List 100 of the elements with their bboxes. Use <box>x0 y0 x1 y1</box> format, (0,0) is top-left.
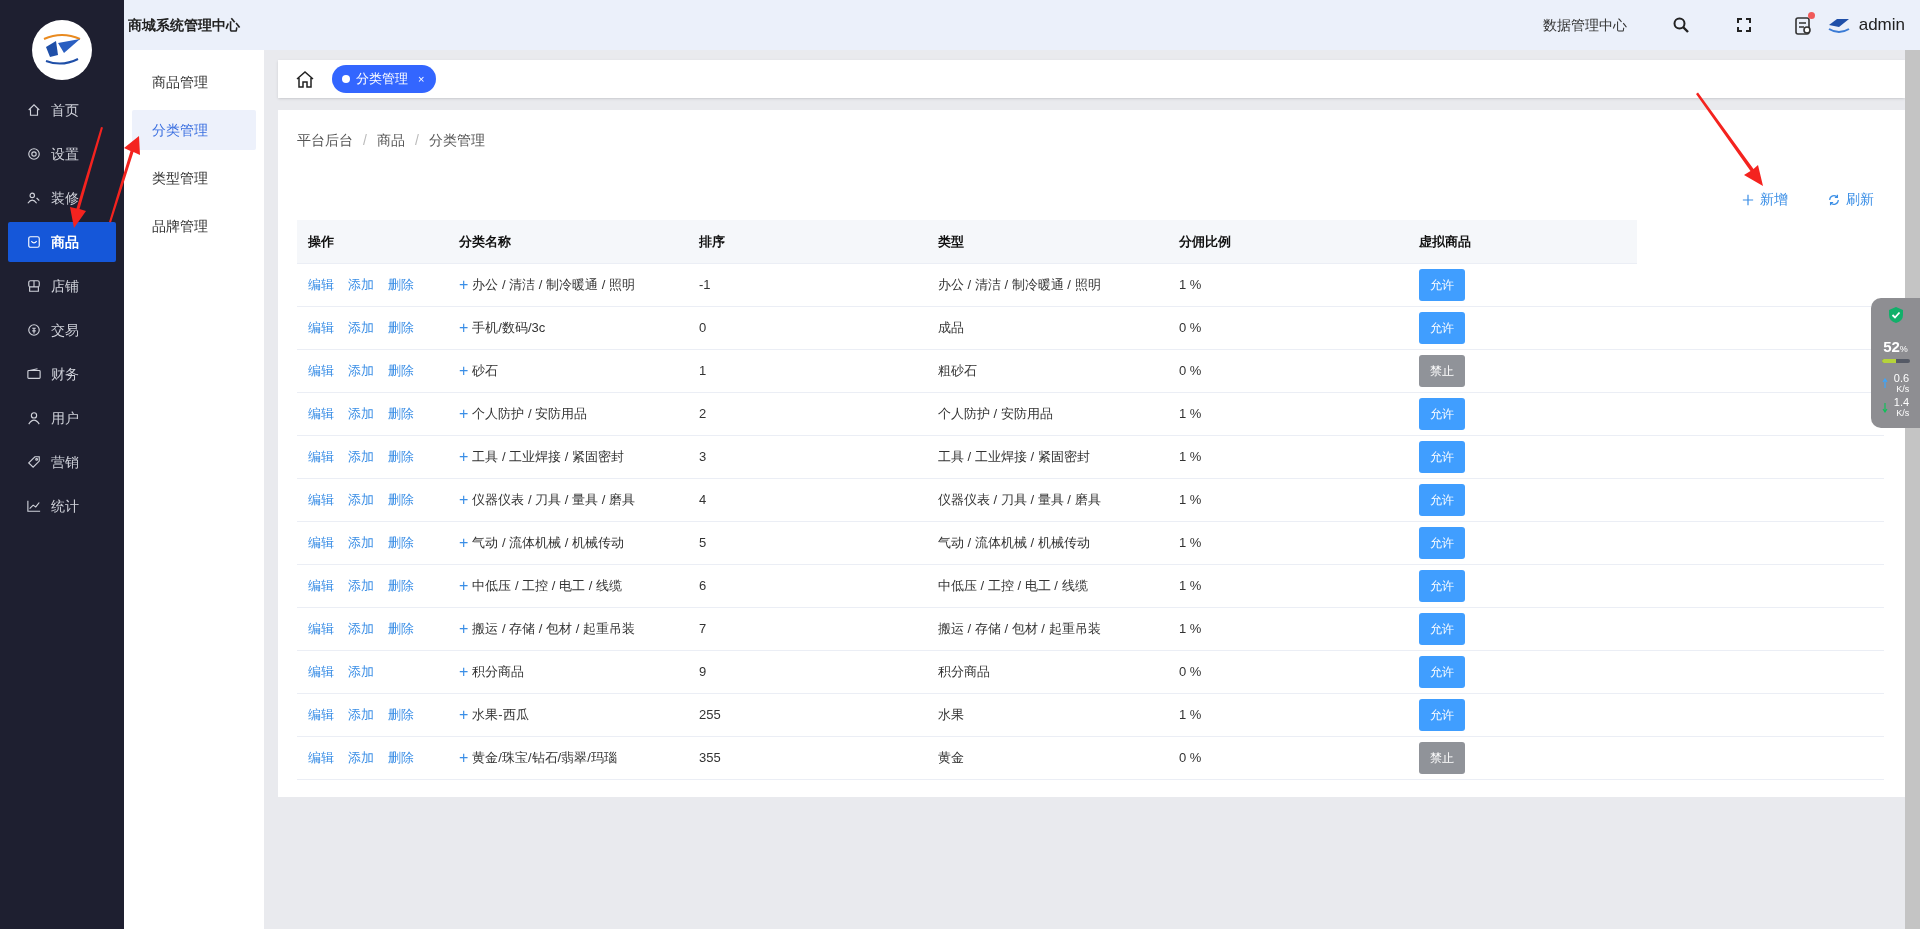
submenu-item[interactable]: 品牌管理 <box>132 206 256 246</box>
action-link[interactable]: 删除 <box>388 404 414 424</box>
virtual-toggle-button[interactable]: 允许 <box>1419 527 1465 559</box>
add-button[interactable]: 新增 <box>1742 189 1788 210</box>
action-link[interactable]: 添加 <box>348 404 374 424</box>
table-cell-text: 工具 / 工业焊接 / 紧固密封 <box>472 448 624 467</box>
submenu-item[interactable]: 分类管理 <box>132 110 256 150</box>
action-link[interactable]: 添加 <box>348 705 374 725</box>
refresh-button[interactable]: 刷新 <box>1828 189 1874 210</box>
action-link[interactable]: 编辑 <box>308 533 334 553</box>
action-link[interactable]: 编辑 <box>308 705 334 725</box>
table-cell: 0 % <box>1179 664 1202 680</box>
nav-item[interactable]: 财务 <box>8 354 116 394</box>
virtual-toggle-button[interactable]: 允许 <box>1419 312 1465 344</box>
action-link[interactable]: 编辑 <box>308 662 334 682</box>
action-link[interactable]: 添加 <box>348 318 374 338</box>
virtual-toggle-button[interactable]: 允许 <box>1419 398 1465 430</box>
action-link[interactable]: 编辑 <box>308 490 334 510</box>
action-link[interactable]: 删除 <box>388 318 414 338</box>
action-link[interactable]: 编辑 <box>308 404 334 424</box>
close-icon[interactable]: × <box>418 70 425 88</box>
username[interactable]: admin <box>1858 12 1905 38</box>
action-link[interactable]: 编辑 <box>308 275 334 295</box>
expand-icon[interactable]: + <box>459 535 469 551</box>
action-link[interactable]: 添加 <box>348 619 374 639</box>
expand-icon[interactable]: + <box>459 449 469 465</box>
submenu-item[interactable]: 商品管理 <box>132 62 256 102</box>
action-link[interactable]: 编辑 <box>308 748 334 768</box>
virtual-toggle-button[interactable]: 允许 <box>1419 699 1465 731</box>
action-link[interactable]: 添加 <box>348 490 374 510</box>
breadcrumb-item[interactable]: 平台后台 <box>297 130 353 151</box>
virtual-toggle-button[interactable]: 允许 <box>1419 656 1465 688</box>
expand-icon[interactable]: + <box>459 578 469 594</box>
action-link[interactable]: 添加 <box>348 748 374 768</box>
expand-icon[interactable]: + <box>459 707 469 723</box>
submenu-item[interactable]: 类型管理 <box>132 158 256 198</box>
expand-icon[interactable]: + <box>459 492 469 508</box>
action-link[interactable]: 添加 <box>348 662 374 682</box>
expand-icon[interactable]: + <box>459 664 469 680</box>
action-link[interactable]: 添加 <box>348 275 374 295</box>
table-cell-text: 黄金/珠宝/钻石/翡翠/玛瑙 <box>472 749 617 768</box>
clipboard-icon[interactable] <box>1794 15 1813 35</box>
column-header: 分类名称 <box>458 232 512 251</box>
action-link[interactable]: 添加 <box>348 576 374 596</box>
virtual-toggle-button[interactable]: 允许 <box>1419 441 1465 473</box>
action-link[interactable]: 删除 <box>388 533 414 553</box>
action-link[interactable]: 编辑 <box>308 447 334 467</box>
action-link[interactable]: 删除 <box>388 576 414 596</box>
column-header: 排序 <box>698 232 726 251</box>
breadcrumb-item[interactable]: 商品 <box>376 130 405 151</box>
nav-item[interactable]: 交易 <box>8 310 116 350</box>
expand-icon[interactable]: + <box>459 320 469 336</box>
home-icon[interactable] <box>296 70 314 88</box>
action-link[interactable]: 删除 <box>388 619 414 639</box>
expand-icon[interactable]: + <box>459 621 469 637</box>
expand-icon[interactable]: + <box>459 406 469 422</box>
action-link[interactable]: 删除 <box>388 705 414 725</box>
action-link[interactable]: 添加 <box>348 361 374 381</box>
breadcrumb-separator: / <box>414 131 419 150</box>
virtual-toggle-button[interactable]: 允许 <box>1419 570 1465 602</box>
table-cell: 气动 / 流体机械 / 机械传动 <box>938 535 1090 551</box>
table-cell: 3 <box>699 449 707 465</box>
bag-icon <box>27 235 41 249</box>
action-link[interactable]: 添加 <box>348 447 374 467</box>
nav-item[interactable]: 商品 <box>8 222 116 262</box>
table-cell: 0 <box>699 320 707 336</box>
action-link[interactable]: 编辑 <box>308 576 334 596</box>
table-cell: -1 <box>699 277 711 293</box>
expand-icon[interactable]: + <box>459 750 469 766</box>
action-link[interactable]: 添加 <box>348 533 374 553</box>
nav-item[interactable]: 装修 <box>8 178 116 218</box>
nav-item[interactable]: 首页 <box>8 90 116 130</box>
expand-icon[interactable]: + <box>459 277 469 293</box>
virtual-toggle-button[interactable]: 允许 <box>1419 484 1465 516</box>
action-link[interactable]: 删除 <box>388 361 414 381</box>
action-link[interactable]: 删除 <box>388 447 414 467</box>
expand-icon[interactable]: + <box>459 363 469 379</box>
action-link[interactable]: 删除 <box>388 275 414 295</box>
nav-item[interactable]: 营销 <box>8 442 116 482</box>
nav-item[interactable]: 统计 <box>8 486 116 526</box>
nav-item[interactable]: 店铺 <box>8 266 116 306</box>
nav-item[interactable]: 设置 <box>8 134 116 174</box>
fullscreen-icon[interactable] <box>1736 18 1751 32</box>
table-cell: 仪器仪表 / 刀具 / 量具 / 磨具 <box>938 492 1101 508</box>
virtual-toggle-button[interactable]: 允许 <box>1419 269 1465 301</box>
table-cell: 7 <box>699 621 707 637</box>
data-center-link[interactable]: 数据管理中心 <box>1542 14 1627 36</box>
virtual-toggle-button[interactable]: 禁止 <box>1419 355 1465 387</box>
table-cell: 1 % <box>1179 449 1202 465</box>
action-link[interactable]: 编辑 <box>308 361 334 381</box>
nav-item[interactable]: 用户 <box>8 398 116 438</box>
virtual-toggle-button[interactable]: 允许 <box>1419 613 1465 645</box>
search-icon[interactable] <box>1672 17 1689 33</box>
virtual-toggle-button[interactable]: 禁止 <box>1419 742 1465 774</box>
action-link[interactable]: 编辑 <box>308 318 334 338</box>
tab[interactable]: 分类管理 × <box>332 65 437 93</box>
column-header: 分佣比例 <box>1178 232 1232 251</box>
action-link[interactable]: 编辑 <box>308 619 334 639</box>
action-link[interactable]: 删除 <box>388 490 414 510</box>
action-link[interactable]: 删除 <box>388 748 414 768</box>
